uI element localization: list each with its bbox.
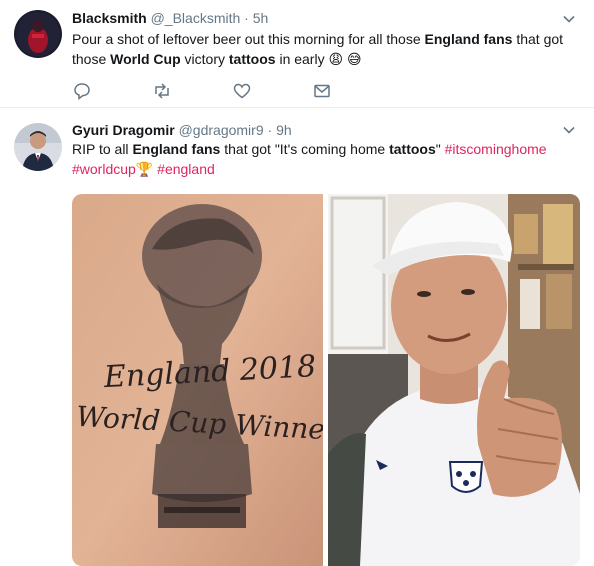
emoji-weary: 😩 [328, 51, 344, 67]
tweet-actions [72, 81, 412, 101]
tattoo-photo[interactable]: England 2018 World Cup Winners [72, 194, 323, 566]
message-icon[interactable] [312, 81, 332, 101]
tweet[interactable]: Gyuri Dragomir @gdragomir9 · 9h RIP to a… [0, 108, 594, 566]
time-separator: · [267, 122, 273, 138]
avatar[interactable] [14, 10, 62, 58]
timestamp[interactable]: 5h [253, 10, 269, 26]
hashtag-link[interactable]: #england [157, 161, 215, 177]
hashtag-link[interactable]: #worldcup [72, 161, 136, 177]
time-separator: · [244, 10, 249, 26]
user-handle[interactable]: @_Blacksmith [151, 10, 241, 26]
tweet[interactable]: Blacksmith @_Blacksmith · 5h Pour a shot… [0, 0, 594, 108]
tweet-header: Gyuri Dragomir @gdragomir9 · 9h [72, 121, 292, 139]
avatar[interactable] [14, 123, 62, 171]
retweet-icon[interactable] [152, 81, 172, 101]
display-name[interactable]: Gyuri Dragomir [72, 122, 175, 138]
tweet-text: Pour a shot of leftover beer out this mo… [72, 31, 564, 67]
user-handle[interactable]: @gdragomir9 [179, 122, 264, 138]
man-thumbs-up-photo[interactable] [328, 194, 580, 566]
hashtag-link[interactable]: #itscominghome [445, 141, 547, 157]
tweet-media[interactable]: England 2018 World Cup Winners [72, 194, 580, 566]
timestamp[interactable]: 9h [276, 122, 292, 138]
emoji-sweat-smile: 😅 [346, 51, 362, 67]
like-icon[interactable] [232, 81, 252, 101]
tweet-header: Blacksmith @_Blacksmith · 5h [72, 9, 268, 27]
tweet-text: RIP to all England fans that got "It's c… [72, 141, 547, 177]
chevron-down-icon[interactable] [562, 123, 576, 137]
reply-icon[interactable] [72, 81, 92, 101]
chevron-down-icon[interactable] [562, 12, 576, 26]
display-name[interactable]: Blacksmith [72, 10, 147, 26]
emoji-trophy: 🏆 [135, 161, 154, 177]
